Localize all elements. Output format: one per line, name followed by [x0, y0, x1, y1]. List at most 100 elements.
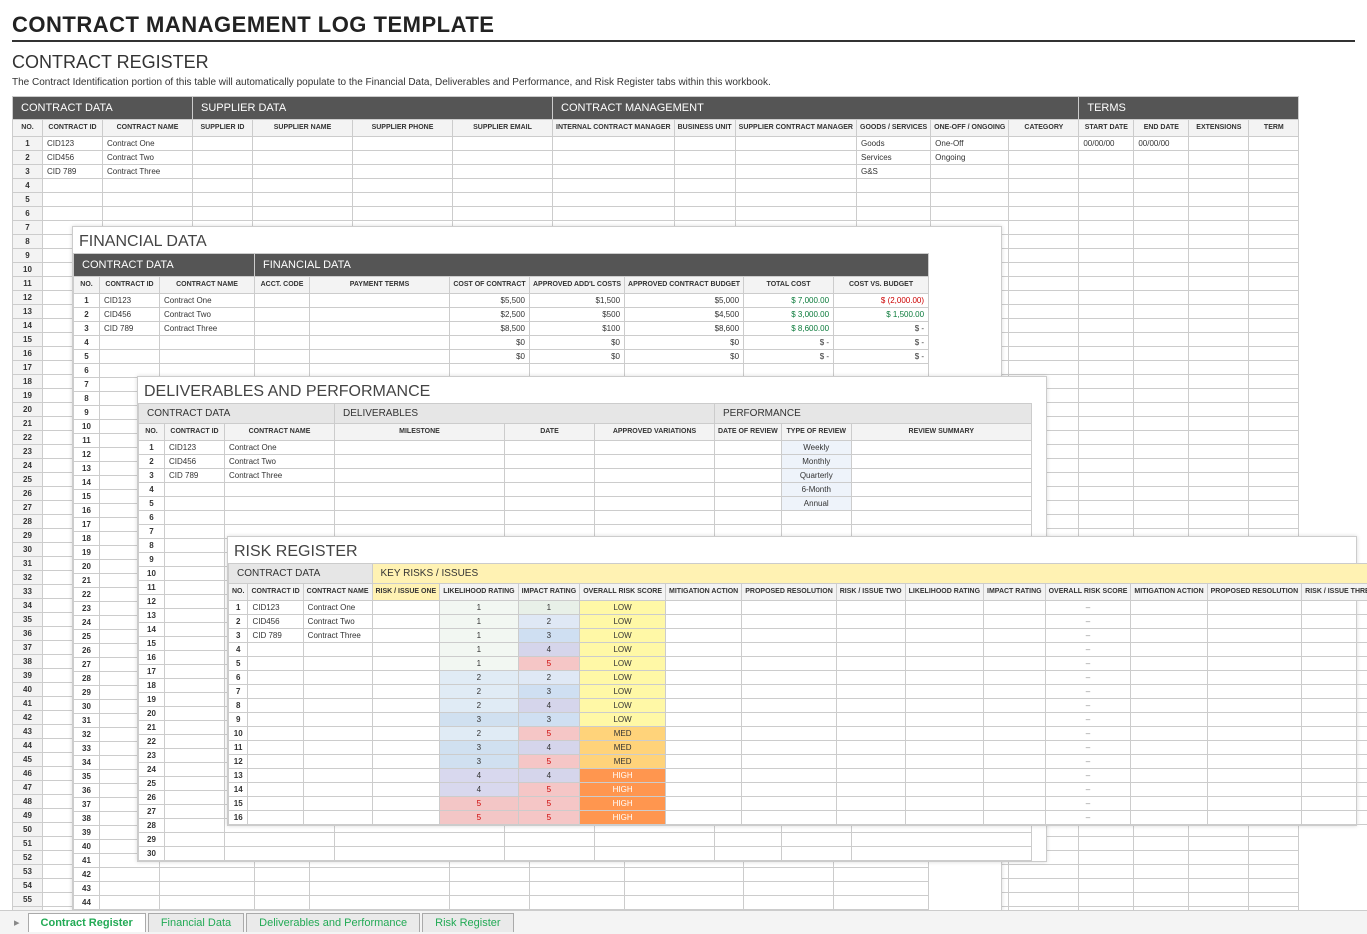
cell[interactable] — [674, 164, 735, 178]
cell[interactable]: 4 — [440, 768, 518, 782]
cell[interactable] — [100, 895, 160, 909]
cell[interactable] — [310, 307, 450, 321]
cell[interactable]: 12 — [139, 594, 165, 608]
cell[interactable]: Contract One — [103, 136, 193, 150]
cell[interactable]: 25 — [139, 776, 165, 790]
cell[interactable] — [931, 164, 1009, 178]
cell[interactable] — [1079, 318, 1134, 332]
cell[interactable] — [666, 754, 742, 768]
cell[interactable]: 18 — [74, 531, 100, 545]
cell[interactable] — [625, 881, 744, 895]
cell[interactable] — [165, 748, 225, 762]
cell[interactable] — [595, 482, 715, 496]
cell[interactable] — [310, 349, 450, 363]
cell[interactable] — [674, 206, 735, 220]
cell[interactable] — [1079, 304, 1134, 318]
cell[interactable] — [248, 768, 303, 782]
cell[interactable] — [742, 712, 837, 726]
cell[interactable] — [165, 832, 225, 846]
cell[interactable] — [1079, 850, 1134, 864]
cell[interactable] — [1189, 458, 1249, 472]
cell[interactable]: – — [1045, 642, 1131, 656]
cell[interactable] — [1189, 402, 1249, 416]
cell[interactable] — [1131, 614, 1207, 628]
cell[interactable]: $ 1,500.00 — [834, 307, 929, 321]
cell[interactable]: 4 — [518, 698, 580, 712]
cell[interactable]: Quarterly — [781, 468, 851, 482]
cell[interactable] — [505, 482, 595, 496]
cell[interactable] — [834, 881, 929, 895]
cell[interactable]: 21 — [74, 573, 100, 587]
cell[interactable] — [742, 684, 837, 698]
cell[interactable]: LOW — [580, 684, 666, 698]
cell[interactable] — [165, 762, 225, 776]
cell[interactable] — [165, 664, 225, 678]
cell[interactable]: 5 — [518, 726, 580, 740]
cell[interactable] — [905, 698, 983, 712]
cell[interactable]: $0 — [450, 349, 530, 363]
cell[interactable] — [1249, 514, 1299, 528]
cell[interactable] — [1134, 360, 1189, 374]
cell[interactable] — [1079, 388, 1134, 402]
cell[interactable] — [1189, 150, 1249, 164]
cell[interactable] — [303, 810, 372, 824]
cell[interactable]: 27 — [13, 500, 43, 514]
cell[interactable] — [1207, 810, 1302, 824]
cell[interactable] — [1189, 192, 1249, 206]
cell[interactable] — [505, 846, 595, 860]
cell[interactable] — [372, 740, 440, 754]
cell[interactable] — [1131, 698, 1207, 712]
cell[interactable]: 14 — [13, 318, 43, 332]
cell[interactable]: 32 — [74, 727, 100, 741]
cell[interactable] — [1009, 276, 1079, 290]
cell[interactable] — [715, 454, 782, 468]
cell[interactable] — [1207, 712, 1302, 726]
cell[interactable] — [1134, 444, 1189, 458]
cell[interactable] — [851, 454, 1031, 468]
cell[interactable] — [303, 712, 372, 726]
cell[interactable] — [984, 614, 1046, 628]
cell[interactable] — [1207, 796, 1302, 810]
cell[interactable] — [1079, 458, 1134, 472]
cell[interactable] — [744, 881, 834, 895]
cell[interactable] — [1079, 234, 1134, 248]
cell[interactable]: – — [1045, 712, 1131, 726]
cell[interactable] — [165, 846, 225, 860]
cell[interactable] — [335, 832, 505, 846]
cell[interactable]: 5 — [440, 796, 518, 810]
cell[interactable]: 9 — [74, 405, 100, 419]
cell[interactable]: $8,500 — [450, 321, 530, 335]
cell[interactable] — [666, 656, 742, 670]
cell[interactable] — [1207, 670, 1302, 684]
cell[interactable] — [1134, 430, 1189, 444]
cell[interactable] — [225, 482, 335, 496]
cell[interactable] — [666, 810, 742, 824]
cell[interactable] — [43, 206, 103, 220]
cell[interactable]: – — [1045, 670, 1131, 684]
cell[interactable] — [1009, 206, 1079, 220]
cell[interactable] — [165, 776, 225, 790]
cell[interactable] — [674, 150, 735, 164]
cell[interactable]: 13 — [139, 608, 165, 622]
cell[interactable] — [1134, 374, 1189, 388]
cell[interactable] — [43, 178, 103, 192]
cell[interactable] — [165, 552, 225, 566]
cell[interactable]: 15 — [74, 489, 100, 503]
cell[interactable] — [165, 706, 225, 720]
cell[interactable] — [666, 600, 742, 614]
cell[interactable] — [530, 867, 625, 881]
cell[interactable] — [372, 670, 440, 684]
cell[interactable]: 42 — [74, 867, 100, 881]
cell[interactable] — [742, 754, 837, 768]
cell[interactable] — [372, 698, 440, 712]
cell[interactable]: 39 — [13, 668, 43, 682]
cell[interactable] — [1009, 150, 1079, 164]
cell[interactable]: CID456 — [43, 150, 103, 164]
cell[interactable]: 43 — [13, 724, 43, 738]
cell[interactable] — [335, 846, 505, 860]
cell[interactable] — [1249, 192, 1299, 206]
cell[interactable] — [103, 178, 193, 192]
cell[interactable]: CID456 — [165, 454, 225, 468]
cell[interactable] — [253, 206, 353, 220]
cell[interactable] — [1189, 304, 1249, 318]
